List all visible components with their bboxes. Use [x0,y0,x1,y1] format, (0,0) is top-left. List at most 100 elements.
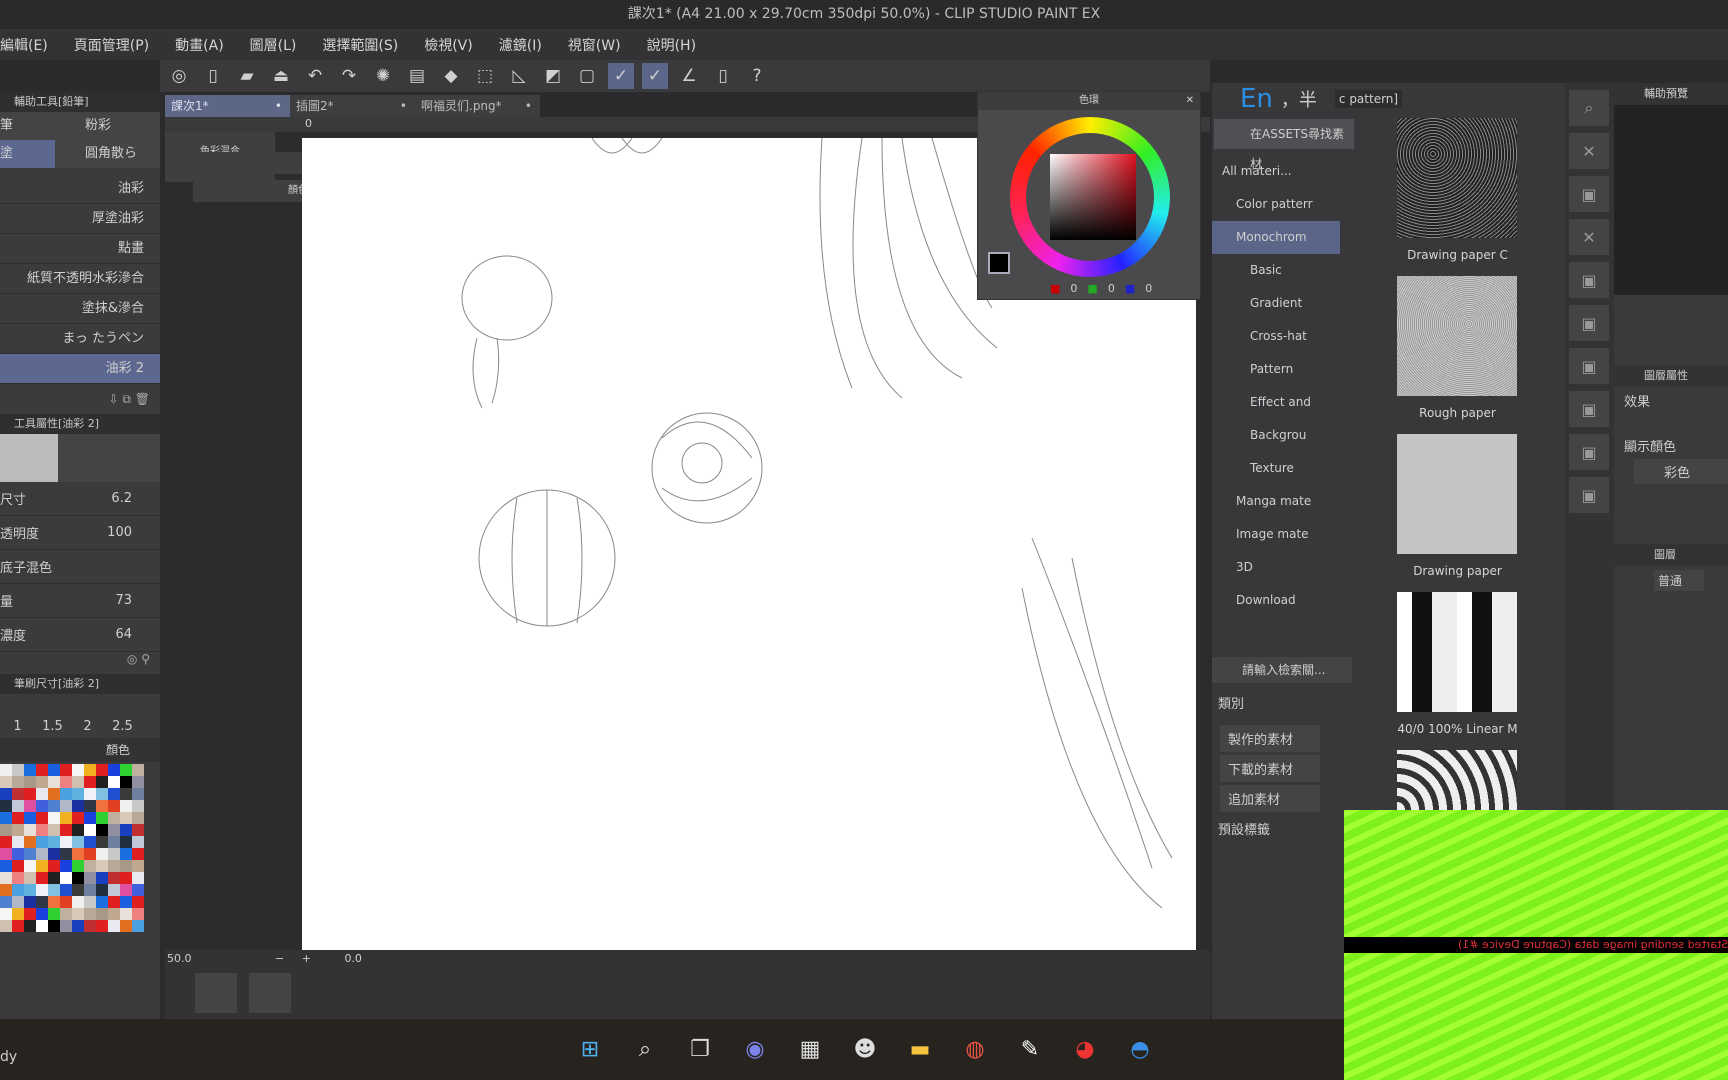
palette-swatch[interactable] [12,884,24,896]
palette-swatch[interactable] [36,920,48,932]
palette-swatch[interactable] [108,836,120,848]
task-view-icon[interactable]: ❐ [682,1031,718,1067]
clip-studio-icon[interactable]: ✎ [1012,1031,1048,1067]
palette-swatch[interactable] [36,908,48,920]
palette-swatch[interactable] [36,812,48,824]
fill-icon[interactable]: ◆ [438,63,464,89]
palette-swatch[interactable] [84,764,96,776]
palette-swatch[interactable] [120,908,132,920]
palette-swatch[interactable] [84,908,96,920]
palette-swatch[interactable] [0,776,12,788]
palette-swatch[interactable] [12,812,24,824]
palette-swatch[interactable] [0,920,12,932]
palette-swatch[interactable] [48,884,60,896]
save-icon[interactable]: ⏏ [268,63,294,89]
settings-icon[interactable]: ◎ ⚲ [0,652,160,674]
subtool-tab-round[interactable]: 圓角散ら [55,140,160,168]
deselect-icon[interactable]: ✺ [370,63,396,89]
clear-icon[interactable]: ▤ [404,63,430,89]
palette-swatch[interactable] [36,800,48,812]
palette-swatch[interactable] [48,836,60,848]
new-file-icon[interactable]: ▯ [200,63,226,89]
tab-document[interactable]: 插圖2* • [290,95,415,117]
palette-swatch[interactable] [24,896,36,908]
palette-swatch[interactable] [24,884,36,896]
palette-swatch[interactable] [108,776,120,788]
palette-swatch[interactable] [132,776,144,788]
palette-swatch[interactable] [132,896,144,908]
palette-swatch[interactable] [36,848,48,860]
palette-swatch[interactable] [0,812,12,824]
palette-swatch[interactable] [0,872,12,884]
palette-swatch[interactable] [96,812,108,824]
palette-swatch[interactable] [60,908,72,920]
zoom-value[interactable]: 50.0 [167,952,192,965]
brush-size-option[interactable]: 1 [0,719,35,734]
palette-swatch[interactable] [0,860,12,872]
property-value[interactable]: 6.2 [111,491,132,506]
material-tree-item[interactable]: Backgrou [1212,419,1340,452]
palette-swatch[interactable] [72,848,84,860]
palette-swatch[interactable] [84,812,96,824]
palette-swatch[interactable] [12,848,24,860]
palette-swatch[interactable] [96,800,108,812]
search-tag[interactable]: c pattern] [1334,90,1403,108]
palette-swatch[interactable] [0,896,12,908]
tab-document[interactable]: 啊福灵们.png* • [415,95,540,117]
palette-swatch[interactable] [0,824,12,836]
material-thumb[interactable] [1397,750,1517,810]
property-row[interactable]: 濃度 64 [0,618,160,652]
palette-swatch[interactable] [96,788,108,800]
palette-swatch[interactable] [132,848,144,860]
download-icon[interactable]: ⇩ [108,392,118,406]
property-row[interactable]: 透明度 100 [0,516,160,550]
palette-swatch[interactable] [36,836,48,848]
palette-swatch[interactable] [12,764,24,776]
undo-icon[interactable]: ↶ [302,63,328,89]
display-color-select[interactable]: 彩色 [1634,459,1728,484]
palette-swatch[interactable] [0,788,12,800]
palette-swatch[interactable] [24,800,36,812]
palette-swatch[interactable] [84,896,96,908]
palette-swatch[interactable] [24,824,36,836]
palette-swatch[interactable] [0,764,12,776]
palette-swatch[interactable] [108,908,120,920]
palette-swatch[interactable] [84,920,96,932]
palette-swatch[interactable] [48,800,60,812]
palette-swatch[interactable] [132,920,144,932]
palette-swatch[interactable] [120,860,132,872]
brush-size-option[interactable]: 1.5 [35,719,70,734]
palette-swatch[interactable] [96,848,108,860]
palette-swatch[interactable] [60,896,72,908]
brush-size-option[interactable]: 2.5 [105,719,140,734]
palette-swatch[interactable] [0,884,12,896]
menu-item[interactable]: 濾鏡(I) [499,35,542,55]
palette-swatch[interactable] [96,920,108,932]
tab-close-dot[interactable]: • [525,95,532,117]
palette-swatch[interactable] [48,896,60,908]
menu-item[interactable]: 檢視(V) [424,35,473,55]
menu-item[interactable]: 頁面管理(P) [74,35,149,55]
palette-swatch[interactable] [36,776,48,788]
palette-swatch[interactable] [132,908,144,920]
brush-item[interactable]: まっ たうペン [0,324,160,354]
material-icon[interactable]: ▣ [1569,305,1609,341]
palette-swatch[interactable] [24,812,36,824]
material-icon[interactable]: ✕ [1569,219,1609,255]
saturation-value-square[interactable] [1050,154,1136,240]
palette-swatch[interactable] [48,920,60,932]
copy-icon[interactable]: ⧉ [122,392,131,406]
palette-swatch[interactable] [84,872,96,884]
palette-swatch[interactable] [12,872,24,884]
palette-swatch[interactable] [24,920,36,932]
palette-swatch[interactable] [60,812,72,824]
palette-swatch[interactable] [48,908,60,920]
palette-swatch[interactable] [84,800,96,812]
palette-swatch[interactable] [60,860,72,872]
menu-item[interactable]: 說明(H) [647,35,696,55]
redo-icon[interactable]: ↷ [336,63,362,89]
store-icon[interactable]: ▦ [792,1031,828,1067]
tab-close-dot[interactable]: • [275,95,282,117]
palette-swatch[interactable] [132,800,144,812]
palette-swatch[interactable] [0,848,12,860]
